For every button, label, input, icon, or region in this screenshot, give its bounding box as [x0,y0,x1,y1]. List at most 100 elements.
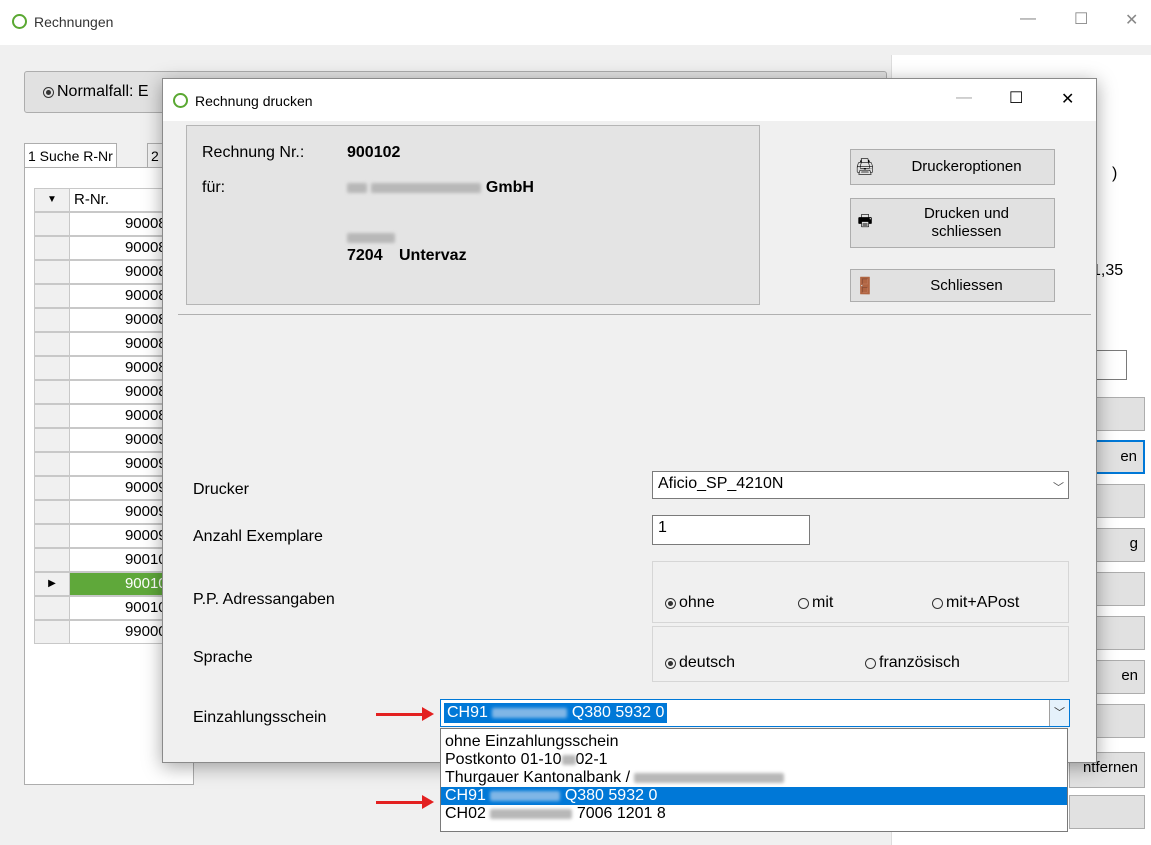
row-header[interactable] [34,332,70,356]
table-row[interactable]: 900086 [34,332,180,356]
drucken-und-schliessen-button[interactable]: 🖶 Drucken und schliessen [850,198,1055,248]
table-row[interactable]: 900087 [34,356,180,380]
invoice-nr-label: Rechnung Nr.: [202,144,305,161]
invoice-city: Untervaz [399,247,467,264]
redacted-text [490,808,573,819]
sprache-radio-deutsch[interactable]: deutsch [665,654,735,672]
maximize-icon[interactable]: ☐ [1074,9,1088,29]
row-header[interactable] [34,260,70,284]
invoice-nr-value: 900102 [347,144,401,161]
drucken-und-schliessen-label: Drucken und schliessen [879,205,1054,241]
dropdown-item-tkb[interactable]: Thurgauer Kantonalbank / [441,769,1067,787]
radio-dot-icon [43,86,54,98]
table-row[interactable]: 900085 [34,308,180,332]
table-row[interactable]: ▶ 900102 [34,572,180,596]
pp-option-mit: mit [812,594,834,611]
tab-2[interactable]: 2 [147,143,163,167]
dropdown-item-ohne[interactable]: ohne Einzahlungsschein [441,733,1067,751]
anzahl-input[interactable]: 1 [652,515,810,545]
table-row[interactable]: 900096 [34,524,180,548]
radio-dot-icon [665,597,676,609]
dialog-title: Rechnung drucken [195,93,313,109]
row-header[interactable] [34,524,70,548]
table-row[interactable]: 900081 [34,212,180,236]
row-header[interactable] [34,500,70,524]
row-header[interactable] [34,356,70,380]
sprache-label: Sprache [193,649,253,666]
radio-dot-icon [798,597,809,609]
redacted-text [492,707,568,718]
row-header[interactable] [34,620,70,644]
main-window-title: Rechnungen [34,14,114,30]
table-row[interactable]: 900095 [34,500,180,524]
table-row[interactable]: 900084 [34,284,180,308]
row-header[interactable] [34,548,70,572]
dropdown-item-ch91[interactable]: CH91 Q380 5932 0 [441,787,1067,805]
filter-dropdown-icon[interactable]: ▼ [34,188,70,212]
druckeroptionen-button[interactable]: 🖨 Druckeroptionen [850,149,1055,185]
item-text: CH02 [445,805,486,822]
drucker-select[interactable]: Aficio_SP_4210N ﹀ [652,471,1069,499]
table-row[interactable]: 900082 [34,236,180,260]
pp-option-mit-apost: mit+APost [946,594,1020,611]
row-header[interactable] [34,212,70,236]
item-text: Postkonto 01-10 [445,751,562,768]
item-text: 7006 1201 8 [576,805,666,822]
table-row[interactable]: 900091 [34,428,180,452]
row-header[interactable] [34,404,70,428]
einzahlung-suffix: Q380 5932 0 [571,704,665,721]
mode-radio-label: Normalfall: E [57,83,149,100]
pp-radio-ohne[interactable]: ohne [665,594,715,612]
row-header[interactable]: ▶ [34,572,70,596]
dropdown-item-postkonto[interactable]: Postkonto 01-10 02-1 [441,751,1067,769]
invoice-company: GmbH [347,179,534,197]
close-icon[interactable]: ✕ [1125,10,1138,30]
schliessen-label: Schliessen [930,276,1003,294]
sprache-option-franzoesisch: französisch [879,654,960,671]
table-row[interactable]: 900088 [34,380,180,404]
close-icon[interactable]: ✕ [1061,89,1074,109]
chevron-down-icon[interactable]: ﹀ [1049,700,1069,726]
table-row[interactable]: 900083 [34,260,180,284]
exit-door-icon: 🚪 [855,277,875,295]
table-row[interactable]: 900103 [34,596,180,620]
table-row[interactable]: 900093 [34,476,180,500]
tab-suche-r-nr[interactable]: 1 Suche R-Nr [24,143,117,167]
side-button-9[interactable] [1069,795,1145,829]
schliessen-button[interactable]: 🚪 Schliessen [850,269,1055,302]
redacted-text [561,754,576,765]
drucker-label: Drucker [193,481,250,498]
drucken-line2: schliessen [931,223,1002,240]
row-header[interactable] [34,284,70,308]
row-header[interactable] [34,380,70,404]
pp-radio-mit[interactable]: mit [798,594,833,612]
redacted-text [634,772,785,783]
minimize-icon[interactable]: — [1020,10,1036,28]
row-header[interactable] [34,596,70,620]
mode-radio[interactable]: Normalfall: E [43,83,149,102]
maximize-icon[interactable]: ☐ [1009,88,1023,108]
row-header[interactable] [34,476,70,500]
row-header[interactable] [34,428,70,452]
einzahlungsschein-select[interactable]: CH91 Q380 5932 0 ﹀ [440,699,1070,727]
einzahlungsschein-dropdown: ohne Einzahlungsschein Postkonto 01-10 02… [440,728,1068,832]
printer-icon: 🖶 [857,212,873,230]
row-header[interactable] [34,236,70,260]
row-header[interactable] [34,308,70,332]
table-row[interactable]: 900101 [34,548,180,572]
minimize-icon[interactable]: — [956,89,972,107]
company-suffix: GmbH [485,179,534,196]
einzahlung-prefix: CH91 [447,704,488,721]
item-text: ohne Einzahlungsschein [445,733,619,750]
radio-dot-icon [865,657,876,669]
table-row[interactable]: 900092 [34,452,180,476]
invoice-street [347,229,395,246]
pp-radio-mit-apost[interactable]: mit+APost [932,594,1019,612]
row-header[interactable] [34,452,70,476]
sprache-groupbox: deutsch französisch [652,626,1069,682]
invoice-zip: 7204 [347,247,383,264]
table-row[interactable]: 990000 [34,620,180,644]
table-row[interactable]: 900089 [34,404,180,428]
sprache-radio-franzoesisch[interactable]: französisch [865,654,960,672]
dropdown-item-ch02[interactable]: CH02 7006 1201 8 [441,805,1067,823]
